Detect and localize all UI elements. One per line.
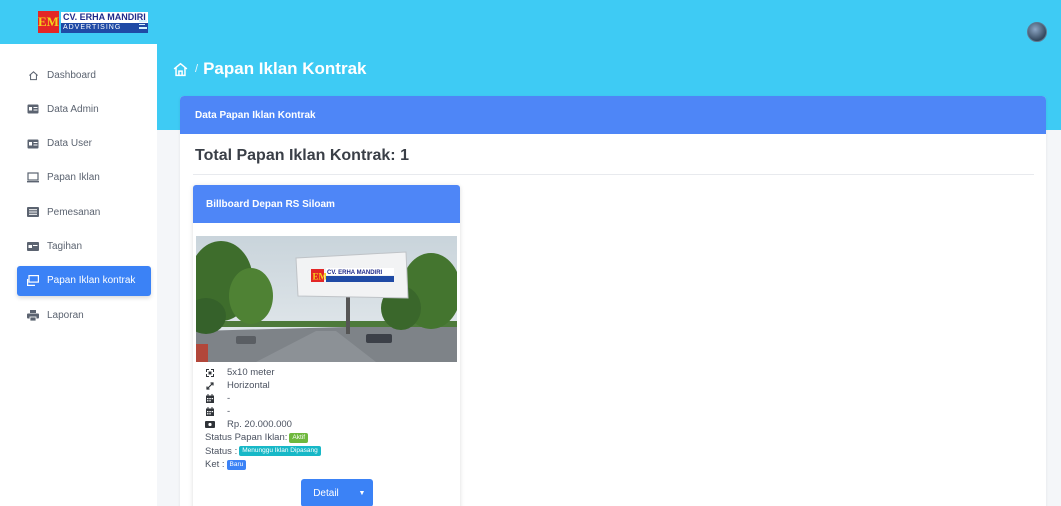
- sidebar: EM CV. ERHA MANDIRI ADVERTISING Dashboar…: [0, 0, 157, 506]
- status-row: Status : Menunggu Iklan Dipasang: [205, 445, 455, 459]
- hamburger-menu-icon[interactable]: [139, 20, 148, 31]
- sidebar-item-label: Data User: [47, 138, 93, 150]
- status-label: Status :: [205, 445, 238, 457]
- sidebar-item-papan-iklan-kontrak[interactable]: Papan Iklan kontrak: [17, 265, 151, 296]
- billboard-icon: [27, 275, 39, 287]
- monitor-icon: [27, 172, 39, 184]
- spec-end-date: -: [205, 405, 455, 418]
- id-card-icon: [27, 103, 39, 115]
- home-icon: [27, 69, 39, 81]
- spec-size: 5x10 meter: [205, 366, 455, 379]
- spec-orientation: Horizontal: [205, 379, 455, 392]
- end-date-value: -: [227, 406, 231, 417]
- start-date-value: -: [227, 393, 231, 404]
- status-papan-row: Status Papan Iklan: Aktif: [205, 431, 455, 445]
- svg-text:EM: EM: [313, 272, 328, 282]
- status-papan-label: Status Papan Iklan:: [205, 432, 288, 444]
- card-icon: [27, 240, 39, 252]
- print-icon: [27, 309, 39, 321]
- page-title: Papan Iklan Kontrak: [203, 59, 367, 78]
- sidebar-item-label: Papan Iklan: [47, 172, 100, 184]
- resize-arrows-icon: [205, 381, 215, 390]
- price-value: Rp. 20.000.000: [227, 419, 292, 430]
- detail-dropdown-button[interactable]: Detail ▼: [301, 479, 373, 506]
- sidebar-item-pemesanan[interactable]: Pemesanan: [17, 197, 151, 227]
- logo-subtitle: ADVERTISING: [60, 22, 148, 33]
- size-value: 5x10 meter: [227, 367, 275, 378]
- breadcrumb: / Papan Iklan Kontrak: [172, 59, 367, 79]
- breadcrumb-separator: /: [195, 63, 199, 75]
- brand-area: EM CV. ERHA MANDIRI ADVERTISING: [0, 0, 157, 44]
- spec-price: Rp. 20.000.000: [205, 418, 455, 431]
- orientation-value: Horizontal: [227, 380, 270, 391]
- company-logo[interactable]: EM CV. ERHA MANDIRI ADVERTISING: [38, 11, 148, 33]
- ket-label: Ket :: [205, 459, 225, 471]
- ket-badge: Baru: [226, 459, 247, 470]
- sidebar-item-papan-iklan[interactable]: Papan Iklan: [17, 163, 151, 193]
- expand-icon: [205, 368, 215, 377]
- sidebar-item-label: Pemesanan: [47, 206, 101, 218]
- caret-down-icon[interactable]: ▼: [351, 490, 373, 497]
- calendar-icon: [205, 407, 215, 416]
- user-avatar[interactable]: [1027, 22, 1047, 42]
- logo-name: CV. ERHA MANDIRI: [60, 11, 148, 23]
- sidebar-item-data-user[interactable]: Data User: [17, 129, 151, 159]
- status-badge: Menunggu Iklan Dipasang: [239, 446, 321, 457]
- billboard-photo: EM CV. ERHA MANDIRI: [196, 236, 457, 362]
- calendar-icon: [205, 394, 215, 403]
- id-card-icon: [27, 138, 39, 150]
- home-icon[interactable]: [172, 61, 189, 78]
- sidebar-item-label: Laporan: [47, 309, 84, 321]
- sidebar-nav: Dashboard Data Admin Data User Papan Ikl…: [17, 60, 151, 334]
- svg-text:CV. ERHA MANDIRI: CV. ERHA MANDIRI: [327, 270, 383, 276]
- total-count-heading: Total Papan Iklan Kontrak: 1: [195, 147, 409, 164]
- sidebar-item-data-admin[interactable]: Data Admin: [17, 94, 151, 124]
- detail-button-label: Detail: [313, 487, 339, 499]
- sidebar-item-dashboard[interactable]: Dashboard: [17, 60, 151, 90]
- billboard-specs: 5x10 meter Horizontal - - Rp. 20.000.000…: [205, 366, 455, 472]
- sidebar-item-tagihan[interactable]: Tagihan: [17, 231, 151, 261]
- logo-text: CV. ERHA MANDIRI ADVERTISING: [60, 11, 148, 33]
- ket-row: Ket : Baru: [205, 458, 455, 472]
- sidebar-item-label: Papan Iklan kontrak: [47, 275, 136, 287]
- status-papan-badge: Aktif: [289, 432, 309, 443]
- billboard-card-title: Billboard Depan RS Siloam: [193, 185, 460, 223]
- card-header: Data Papan Iklan Kontrak: [180, 96, 1046, 134]
- spec-start-date: -: [205, 392, 455, 405]
- list-icon: [27, 206, 39, 218]
- sidebar-item-laporan[interactable]: Laporan: [17, 300, 151, 330]
- content-card: Data Papan Iklan Kontrak Total Papan Ikl…: [180, 96, 1046, 506]
- sidebar-item-label: Tagihan: [47, 240, 83, 252]
- sidebar-item-label: Dashboard: [47, 69, 96, 81]
- divider: [193, 174, 1034, 175]
- money-bill-icon: [205, 421, 215, 428]
- logo-mark: EM: [38, 11, 59, 33]
- billboard-card: Billboard Depan RS Siloam EM CV. ERHA MA…: [193, 185, 460, 506]
- sidebar-item-label: Data Admin: [47, 103, 99, 115]
